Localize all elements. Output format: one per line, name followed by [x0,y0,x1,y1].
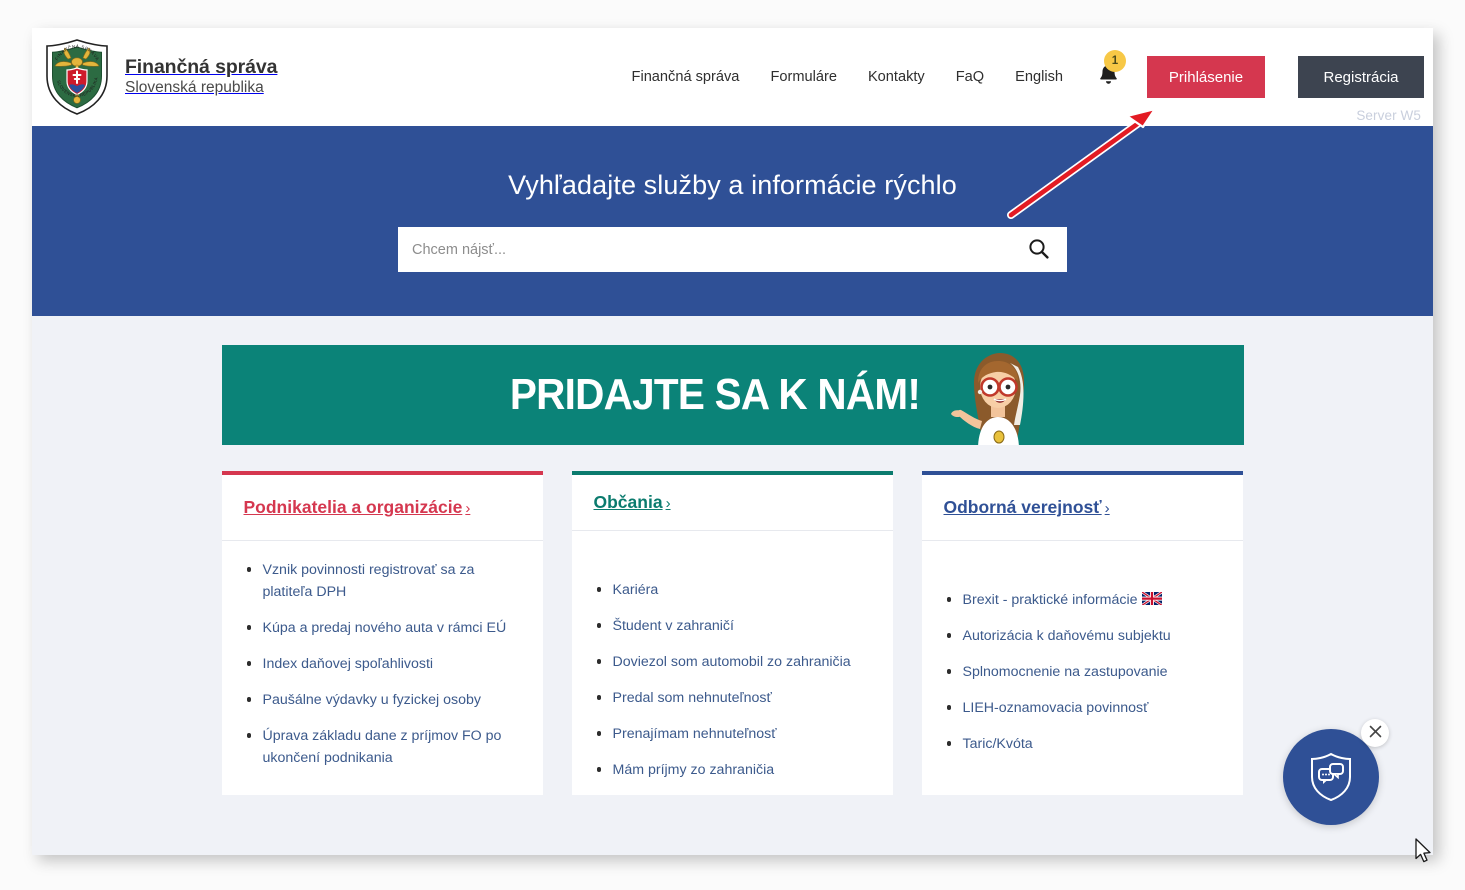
card-title-text: Odborná verejnosť [943,497,1102,517]
card-body: Brexit - praktické informácie Autorizáci… [922,541,1243,795]
list-item[interactable]: Taric/Kvóta [942,733,1223,755]
browser-page-frame: FINANČNÁ SPRÁVA SLOVENSKÁ REPUBLIKA Fina… [32,28,1433,855]
list-item[interactable]: LIEH-oznamovacia povinnosť [942,697,1223,719]
nav-item-kontakty[interactable]: Kontakty [868,69,925,85]
list-item[interactable]: Prenajímam nehnuteľnosť [592,723,873,745]
brand-text: Finančná správa Slovenská republika [125,56,278,98]
shield-chat-icon [1308,751,1354,804]
list-item[interactable]: Študent v zahraničí [592,615,873,637]
list-item[interactable]: Splnomocnenie na zastupovanie [942,661,1223,683]
search-icon [1028,238,1049,262]
list-item[interactable]: Kúpa a predaj nového auta v rámci EÚ [242,617,523,639]
info-card-obcania: Občania › Kariéra Študent v zahraničí Dov… [571,471,893,795]
search-box [398,227,1067,272]
server-tag: Server W5 [1356,108,1421,123]
nav-item-faq[interactable]: FaQ [956,69,984,85]
list-item-label: Brexit - praktické informácie [962,592,1138,608]
brand-home-link[interactable]: FINANČNÁ SPRÁVA SLOVENSKÁ REPUBLIKA Fina… [43,38,278,116]
card-link-list: Brexit - praktické informácie Autorizáci… [942,589,1223,769]
site-header: FINANČNÁ SPRÁVA SLOVENSKÁ REPUBLIKA Fina… [32,28,1433,126]
uk-flag-icon [1140,590,1163,607]
card-title-text: Podnikatelia a organizácie [243,497,463,517]
brand-title: Finančná správa [125,56,278,79]
card-title-text: Občania [593,492,663,512]
close-chat-button[interactable] [1361,719,1389,747]
search-input[interactable] [412,241,1024,258]
card-title-link-podnikatelia[interactable]: Podnikatelia a organizácie › [244,497,471,518]
nav-item-financna-sprava[interactable]: Finančná správa [632,69,740,85]
list-item[interactable]: Doviezol som automobil zo zahraničia [592,651,873,673]
list-item[interactable]: Kariéra [592,579,873,601]
card-header: Podnikatelia a organizácie › [221,475,543,541]
chat-widget [1283,719,1389,825]
login-button[interactable]: Prihlásenie [1147,56,1265,98]
header-right-section: Finančná správa Formuláre Kontakty FaQ E… [632,28,1433,126]
search-submit-button[interactable] [1024,238,1053,262]
close-icon [1369,725,1382,741]
cartoon-woman-with-glasses-icon [944,345,1048,445]
content-container: PRIDAJTE SA K NÁM! Podnikatelia a organi… [221,345,1244,795]
chevron-right-icon: › [465,500,471,517]
card-title-link-odborna-verejnost[interactable]: Odborná verejnosť › [944,497,1110,518]
card-body: Vznik povinnosti registrovať sa za plati… [222,541,543,795]
hero-title: Vyhľadajte služby a informácie rýchlo [508,170,957,200]
card-header: Odborná verejnosť › [921,475,1243,541]
chevron-right-icon: › [1104,500,1110,517]
info-card-podnikatelia: Podnikatelia a organizácie › Vznik povinn… [221,471,543,795]
register-button[interactable]: Registrácia [1298,56,1424,98]
info-cards-row: Podnikatelia a organizácie › Vznik povinn… [221,471,1244,795]
card-link-list: Kariéra Študent v zahraničí Doviezol som… [592,579,873,795]
list-item[interactable]: Úprava základu dane z príjmov FO po ukon… [242,725,523,769]
list-item[interactable]: Mám príjmy zo zahraničia [592,759,873,781]
card-body: Kariéra Študent v zahraničí Doviezol som… [572,531,893,795]
nav-item-english[interactable]: English [1015,69,1063,85]
list-item[interactable]: Autorizácia k daňovému subjektu [942,625,1223,647]
promo-banner-text: PRIDAJTE SA K NÁM! [509,370,920,419]
card-title-link-obcania[interactable]: Občania › [594,492,671,513]
screenshot-root: FINANČNÁ SPRÁVA SLOVENSKÁ REPUBLIKA Fina… [0,0,1465,890]
open-chat-button[interactable] [1283,729,1379,825]
notifications-button[interactable]: 1 [1091,50,1126,94]
list-item[interactable]: Brexit - praktické informácie [942,589,1223,611]
brand-subtitle: Slovenská republika [125,79,264,97]
hero-search-section: Vyhľadajte služby a informácie rýchlo [32,126,1433,316]
list-item[interactable]: Index daňovej spoľahlivosti [242,653,523,675]
list-item[interactable]: Paušálne výdavky u fyzickej osoby [242,689,523,711]
financna-sprava-shield-emblem-icon: FINANČNÁ SPRÁVA SLOVENSKÁ REPUBLIKA [43,38,111,116]
card-link-list: Vznik povinnosti registrovať sa za plati… [242,559,523,783]
notification-count-badge: 1 [1104,50,1126,72]
nav-item-formulare[interactable]: Formuláre [770,69,837,85]
chevron-right-icon: › [665,495,671,512]
main-navigation: Finančná správa Formuláre Kontakty FaQ E… [632,69,1063,85]
list-item[interactable]: Vznik povinnosti registrovať sa za plati… [242,559,523,603]
info-card-odborna-verejnost: Odborná verejnosť › Brexit - praktické in… [921,471,1243,795]
card-header: Občania › [571,475,893,531]
main-content: PRIDAJTE SA K NÁM! Podnikatelia a organi… [32,316,1433,855]
list-item[interactable]: Predal som nehnuteľnosť [592,687,873,709]
promo-banner[interactable]: PRIDAJTE SA K NÁM! [221,345,1244,445]
